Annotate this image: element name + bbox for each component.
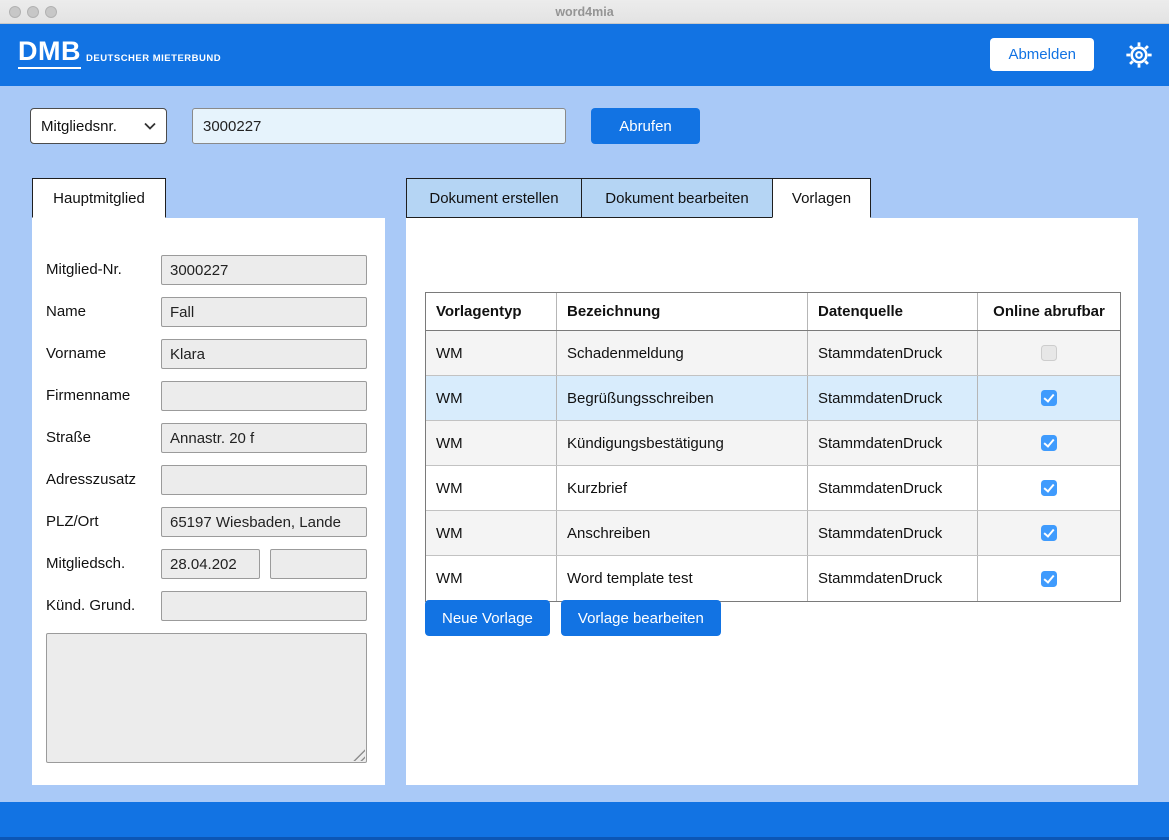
tab-dokument-erstellen[interactable]: Dokument erstellen bbox=[406, 178, 582, 218]
field-label: Straße bbox=[46, 423, 91, 453]
online-checkbox[interactable] bbox=[1041, 525, 1057, 541]
cell-online-abrufbar bbox=[977, 466, 1120, 510]
templates-table: Vorlagentyp Bezeichnung Datenquelle Onli… bbox=[425, 292, 1121, 602]
table-header-row: Vorlagentyp Bezeichnung Datenquelle Onli… bbox=[426, 293, 1120, 331]
col-header-bezeichnung: Bezeichnung bbox=[556, 293, 807, 330]
field-row-adresszusatz: Adresszusatz bbox=[46, 465, 371, 495]
cell-bezeichnung: Kündigungsbestätigung bbox=[556, 421, 807, 465]
table-row[interactable]: WM Kündigungsbestätigung StammdatenDruck bbox=[426, 421, 1120, 466]
firmenname-field[interactable] bbox=[161, 381, 367, 411]
cell-online-abrufbar bbox=[977, 511, 1120, 555]
window-close-button[interactable] bbox=[9, 6, 21, 18]
settings-button[interactable] bbox=[1124, 40, 1154, 70]
edit-template-button[interactable]: Vorlage bearbeiten bbox=[561, 600, 721, 636]
logo-text: DMB bbox=[18, 38, 81, 69]
table-row[interactable]: WM Kurzbrief StammdatenDruck bbox=[426, 466, 1120, 511]
window-zoom-button[interactable] bbox=[45, 6, 57, 18]
app-footer bbox=[0, 802, 1169, 840]
cell-online-abrufbar bbox=[977, 421, 1120, 465]
table-row[interactable]: WM Anschreiben StammdatenDruck bbox=[426, 511, 1120, 556]
col-header-datenquelle: Datenquelle bbox=[807, 293, 977, 330]
table-row[interactable]: WM Word template test StammdatenDruck bbox=[426, 556, 1120, 601]
cell-bezeichnung: Schadenmeldung bbox=[556, 331, 807, 375]
field-row-mitgliedschaft: Mitgliedsch. bbox=[46, 549, 371, 579]
cell-bezeichnung: Word template test bbox=[556, 556, 807, 601]
logout-button[interactable]: Abmelden bbox=[990, 38, 1094, 71]
adresszusatz-field[interactable] bbox=[161, 465, 367, 495]
online-checkbox[interactable] bbox=[1041, 390, 1057, 406]
field-label: Mitglied-Nr. bbox=[46, 255, 122, 285]
dmb-logo: DMB DEUTSCHER MIETERBUND bbox=[18, 38, 221, 69]
field-row-plz-ort: PLZ/Ort bbox=[46, 507, 371, 537]
online-checkbox[interactable] bbox=[1041, 571, 1057, 587]
online-checkbox[interactable] bbox=[1041, 480, 1057, 496]
name-field[interactable] bbox=[161, 297, 367, 327]
strasse-field[interactable] bbox=[161, 423, 367, 453]
field-label: Firmenname bbox=[46, 381, 130, 411]
window-titlebar: word4mia bbox=[0, 0, 1169, 24]
field-label: Name bbox=[46, 297, 86, 327]
dropdown-selected-value: Mitgliedsnr. bbox=[41, 118, 144, 135]
field-row-kuend-grund: Künd. Grund. bbox=[46, 591, 371, 621]
tab-vorlagen[interactable]: Vorlagen bbox=[772, 178, 871, 218]
online-checkbox[interactable] bbox=[1041, 435, 1057, 451]
cell-datenquelle: StammdatenDruck bbox=[807, 331, 977, 375]
new-template-button[interactable]: Neue Vorlage bbox=[425, 600, 550, 636]
field-label: Adresszusatz bbox=[46, 465, 136, 495]
cell-vorlagentyp: WM bbox=[426, 421, 556, 465]
cell-bezeichnung: Begrüßungsschreiben bbox=[556, 376, 807, 420]
member-number-input[interactable] bbox=[192, 108, 566, 144]
search-field-dropdown[interactable]: Mitgliedsnr. bbox=[30, 108, 167, 144]
field-row-vorname: Vorname bbox=[46, 339, 371, 369]
vorname-field[interactable] bbox=[161, 339, 367, 369]
cell-online-abrufbar bbox=[977, 556, 1120, 601]
mitgliedschaft-start-field[interactable] bbox=[161, 549, 260, 579]
cell-datenquelle: StammdatenDruck bbox=[807, 466, 977, 510]
field-row-firmenname: Firmenname bbox=[46, 381, 371, 411]
cell-bezeichnung: Anschreiben bbox=[556, 511, 807, 555]
cell-datenquelle: StammdatenDruck bbox=[807, 511, 977, 555]
tab-dokument-bearbeiten[interactable]: Dokument bearbeiten bbox=[581, 178, 773, 218]
cell-vorlagentyp: WM bbox=[426, 331, 556, 375]
table-row[interactable]: WM Begrüßungsschreiben StammdatenDruck bbox=[426, 376, 1120, 421]
cell-vorlagentyp: WM bbox=[426, 376, 556, 420]
cell-online-abrufbar bbox=[977, 331, 1120, 375]
cell-vorlagentyp: WM bbox=[426, 466, 556, 510]
templates-panel: Vorlagentyp Bezeichnung Datenquelle Onli… bbox=[406, 218, 1138, 785]
chevron-down-icon bbox=[144, 122, 156, 130]
cell-vorlagentyp: WM bbox=[426, 556, 556, 601]
kuend-grund-field[interactable] bbox=[161, 591, 367, 621]
field-row-name: Name bbox=[46, 297, 371, 327]
field-row-strasse: Straße bbox=[46, 423, 371, 453]
cell-online-abrufbar bbox=[977, 376, 1120, 420]
cell-datenquelle: StammdatenDruck bbox=[807, 421, 977, 465]
table-row[interactable]: WM Schadenmeldung StammdatenDruck bbox=[426, 331, 1120, 376]
app-header: DMB DEUTSCHER MIETERBUND Abmelden bbox=[0, 24, 1169, 86]
field-label: Künd. Grund. bbox=[46, 591, 135, 621]
tab-hauptmitglied[interactable]: Hauptmitglied bbox=[32, 178, 166, 218]
gear-icon bbox=[1124, 40, 1154, 70]
field-label: PLZ/Ort bbox=[46, 507, 99, 537]
logo-subtext: DEUTSCHER MIETERBUND bbox=[86, 53, 221, 64]
col-header-vorlagentyp: Vorlagentyp bbox=[426, 293, 556, 330]
template-actions: Neue Vorlage Vorlage bearbeiten bbox=[425, 600, 721, 636]
mitglied-nr-field[interactable] bbox=[161, 255, 367, 285]
plz-ort-field[interactable] bbox=[161, 507, 367, 537]
cell-bezeichnung: Kurzbrief bbox=[556, 466, 807, 510]
cell-vorlagentyp: WM bbox=[426, 511, 556, 555]
window-minimize-button[interactable] bbox=[27, 6, 39, 18]
app-window: word4mia DMB DEUTSCHER MIETERBUND Abmeld… bbox=[0, 0, 1169, 840]
member-details-panel: Mitglied-Nr. Name Vorname Firmenname Str… bbox=[32, 218, 385, 785]
fetch-button[interactable]: Abrufen bbox=[591, 108, 700, 144]
online-checkbox[interactable] bbox=[1041, 345, 1057, 361]
window-title: word4mia bbox=[0, 0, 1169, 24]
col-header-online-abrufbar: Online abrufbar bbox=[977, 293, 1120, 330]
mitgliedschaft-end-field[interactable] bbox=[270, 549, 367, 579]
field-label: Mitgliedsch. bbox=[46, 549, 125, 579]
field-label: Vorname bbox=[46, 339, 106, 369]
notes-textarea[interactable] bbox=[46, 633, 367, 763]
field-row-mitglied-nr: Mitglied-Nr. bbox=[46, 255, 371, 285]
cell-datenquelle: StammdatenDruck bbox=[807, 556, 977, 601]
cell-datenquelle: StammdatenDruck bbox=[807, 376, 977, 420]
